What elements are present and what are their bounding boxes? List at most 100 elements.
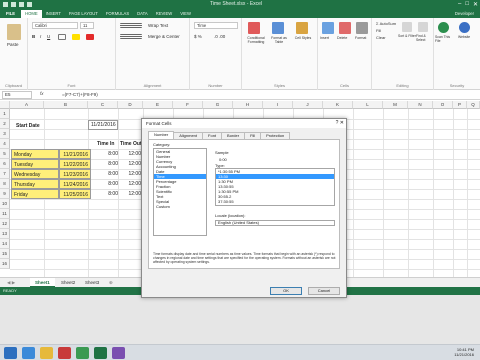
row-header-6[interactable]: 6: [0, 159, 10, 169]
currency-icon[interactable]: $ %: [194, 34, 202, 39]
ok-button[interactable]: OK: [270, 287, 302, 295]
row-header-11[interactable]: 11: [0, 209, 10, 219]
col-header-a[interactable]: A: [10, 101, 44, 109]
wrap-text-button[interactable]: Wrap Text: [148, 23, 168, 28]
cell-date[interactable]: 11/24/2016: [59, 179, 91, 189]
find-select-button[interactable]: Find & Select: [416, 34, 434, 42]
row-header-16[interactable]: 16: [0, 259, 10, 269]
cell-date[interactable]: 11/21/2016: [59, 149, 91, 159]
row-header-13[interactable]: 13: [0, 229, 10, 239]
merge-center-button[interactable]: Merge & Center: [148, 34, 180, 39]
row-header-7[interactable]: 7: [0, 169, 10, 179]
cell-time-out[interactable]: 12:00: [120, 159, 143, 169]
type-item[interactable]: 37:30:55: [216, 199, 334, 204]
cell-date[interactable]: 11/23/2016: [59, 169, 91, 179]
col-header-l[interactable]: L: [353, 101, 383, 109]
cell-time-out[interactable]: 12:00: [120, 179, 143, 189]
bold-button[interactable]: B: [32, 34, 35, 39]
cell-day[interactable]: Tuesday: [11, 159, 59, 169]
row-header-3[interactable]: 3: [0, 129, 10, 139]
scan-file-button[interactable]: Scan This File: [435, 35, 455, 43]
cell-time-in[interactable]: 8:00: [95, 149, 120, 159]
category-list[interactable]: General Number Currency Accounting Date …: [153, 148, 207, 236]
format-cells-icon[interactable]: [356, 22, 368, 34]
cell-time-in[interactable]: 8:00: [95, 179, 120, 189]
name-box[interactable]: E5: [2, 91, 32, 99]
tab-file[interactable]: FILE: [0, 10, 22, 18]
tab-number[interactable]: Number: [148, 131, 175, 139]
tab-font[interactable]: Font: [202, 132, 223, 139]
col-header-o[interactable]: O: [433, 101, 453, 109]
tab-alignment[interactable]: Alignment: [173, 132, 204, 139]
internet-explorer-icon[interactable]: [22, 347, 35, 359]
tab-protection[interactable]: Protection: [260, 132, 291, 139]
col-header-q[interactable]: Q: [467, 101, 480, 109]
chrome-icon[interactable]: [76, 347, 89, 359]
undo-icon[interactable]: [19, 2, 24, 7]
website-button[interactable]: Website: [458, 35, 470, 39]
autosum-button[interactable]: Σ AutoSum: [376, 21, 396, 26]
select-all-corner[interactable]: [0, 101, 10, 109]
delete-cells-icon[interactable]: [339, 22, 351, 34]
row-header-12[interactable]: 12: [0, 219, 10, 229]
insert-cells-icon[interactable]: [322, 22, 334, 34]
minimize-button[interactable]: –: [458, 1, 461, 8]
tab-view[interactable]: VIEW: [176, 10, 195, 18]
category-item[interactable]: Custom: [154, 204, 206, 209]
cell-styles-icon[interactable]: [296, 22, 308, 34]
cancel-button[interactable]: Cancel: [308, 287, 340, 295]
col-header-m[interactable]: M: [383, 101, 408, 109]
cell-time-out[interactable]: 12:00: [120, 169, 143, 179]
fill-color-icon[interactable]: [72, 34, 80, 40]
tab-border[interactable]: Border: [221, 132, 246, 139]
row-header-4[interactable]: 4: [0, 139, 10, 149]
locale-select[interactable]: English (United States): [215, 220, 335, 226]
row-header-5[interactable]: 5: [0, 149, 10, 159]
number-format-select[interactable]: Time: [194, 22, 238, 29]
scan-file-icon[interactable]: [438, 22, 449, 33]
dialog-close-button[interactable]: ? ✕: [336, 120, 344, 126]
tab-fill[interactable]: Fill: [244, 132, 262, 139]
conditional-formatting-icon[interactable]: [248, 22, 260, 34]
col-header-p[interactable]: P: [453, 101, 467, 109]
file-explorer-icon[interactable]: [40, 347, 53, 359]
website-icon[interactable]: [459, 22, 470, 33]
sort-filter-icon[interactable]: [402, 22, 412, 32]
borders-icon[interactable]: [58, 34, 66, 40]
row-header-8[interactable]: 8: [0, 179, 10, 189]
align-center-icon[interactable]: [120, 34, 142, 39]
user-name[interactable]: Developer: [451, 10, 480, 18]
font-size-select[interactable]: 11: [80, 22, 94, 29]
col-header-e[interactable]: E: [143, 101, 173, 109]
format-as-table-button[interactable]: Format as Table: [268, 36, 290, 44]
delete-button[interactable]: Delete: [337, 36, 347, 40]
cell-date[interactable]: 11/22/2016: [59, 159, 91, 169]
start-icon[interactable]: [4, 347, 17, 359]
col-header-b[interactable]: B: [44, 101, 88, 109]
cell-time-in[interactable]: 8:00: [95, 169, 120, 179]
tab-formulas[interactable]: FORMULAS: [102, 10, 133, 18]
cell-time-out[interactable]: 12:00: [120, 149, 143, 159]
col-header-d[interactable]: D: [118, 101, 143, 109]
row-header-9[interactable]: 9: [0, 189, 10, 199]
underline-button[interactable]: U: [47, 34, 50, 39]
fx-icon[interactable]: fx: [40, 91, 44, 96]
col-header-g[interactable]: G: [203, 101, 233, 109]
maximize-button[interactable]: □: [465, 1, 469, 8]
cell-time-in[interactable]: 8:00: [95, 159, 120, 169]
media-player-icon[interactable]: [58, 347, 71, 359]
app-taskbar-icon[interactable]: [112, 347, 125, 359]
insert-button[interactable]: Insert: [320, 36, 329, 40]
cell-date[interactable]: 11/25/2016: [59, 189, 91, 199]
cell-day[interactable]: Monday: [11, 149, 59, 159]
row-header-2[interactable]: 2: [0, 119, 10, 129]
sort-filter-button[interactable]: Sort & Filter: [398, 34, 416, 38]
cell-start-date-label[interactable]: Start Date: [14, 121, 48, 131]
conditional-formatting-button[interactable]: Conditional Formatting: [242, 36, 270, 44]
col-header-f[interactable]: F: [173, 101, 203, 109]
tab-home[interactable]: HOME: [21, 10, 42, 18]
row-header-1[interactable]: 1: [0, 109, 10, 119]
formula-input[interactable]: =(F7-C7)+(F8-F9): [62, 92, 98, 97]
cell-start-date-value[interactable]: 11/21/2016: [88, 120, 118, 130]
clear-button[interactable]: Clear: [376, 35, 386, 40]
